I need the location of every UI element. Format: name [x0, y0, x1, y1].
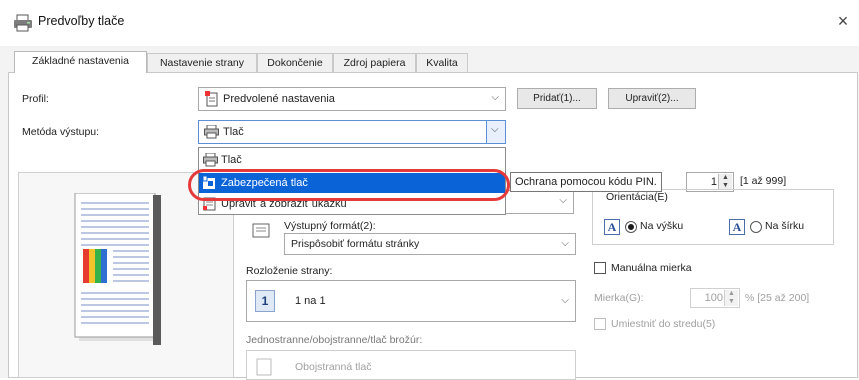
output-format-icon — [252, 222, 272, 240]
tab-page-setup[interactable]: Nastavenie strany — [147, 53, 257, 72]
chevron-down-icon: ⌵ — [491, 92, 499, 103]
binding-edge-indicator — [153, 195, 161, 345]
copies-value: 1 — [710, 176, 717, 188]
center-label: Umiestniť do stredu(5) — [611, 318, 716, 330]
dropdown-item-print[interactable]: Tlač — [199, 150, 505, 170]
output-method-value: Tlač — [223, 126, 244, 138]
duplex-label: Jednostranne/obojstranne/tlač brožúr: — [246, 334, 423, 346]
chevron-down-icon: ⌵ — [561, 238, 569, 249]
profile-value: Predvolené nastavenia — [223, 93, 335, 105]
profile-label: Profil: — [22, 93, 49, 105]
tab-basic-settings[interactable]: Základné nastavenia — [14, 51, 147, 73]
portrait-label: Na výšku — [640, 220, 684, 232]
tab-finishing[interactable]: Dokončenie — [257, 53, 333, 72]
output-format-value: Prispôsobiť formátu stránky — [291, 238, 420, 250]
page-layout-select[interactable]: 1 1 na 1 ⌵ — [246, 280, 576, 322]
orientation-label: Orientácia(E) — [604, 191, 670, 203]
scale-spinner[interactable]: 100 ▲ ▼ — [690, 288, 740, 308]
tooltip: Ochrana pomocou kódu PIN. — [510, 172, 662, 192]
printer-preferences-icon — [12, 14, 34, 32]
duplex-icon — [255, 357, 275, 380]
printer-icon — [204, 124, 219, 142]
landscape-radio[interactable] — [750, 221, 762, 233]
page-layout-value: 1 na 1 — [295, 295, 326, 307]
window-title: Predvoľby tlače — [38, 14, 125, 28]
page-layout-badge: 1 — [255, 290, 275, 312]
spinner-arrows-icon[interactable]: ▲ ▼ — [718, 174, 732, 190]
center-checkbox[interactable] — [594, 318, 606, 330]
portrait-icon: A — [604, 219, 620, 235]
scale-range: % [25 až 200] — [745, 292, 810, 304]
manual-scale-label: Manuálna mierka — [611, 262, 692, 274]
title-bar — [0, 0, 859, 46]
spinner-arrows-icon[interactable]: ▲ ▼ — [724, 290, 738, 306]
page-layout-label: Rozloženie strany: — [246, 265, 333, 277]
chevron-down-icon: ⌵ — [559, 195, 567, 206]
output-method-select[interactable]: Tlač ⌵ — [198, 120, 506, 144]
output-method-label: Metóda výstupu: — [22, 126, 100, 138]
profile-icon — [205, 91, 219, 110]
duplex-value: Obojstranná tlač — [295, 361, 372, 373]
tab-quality[interactable]: Kvalita — [416, 53, 468, 72]
scale-label: Mierka(G): — [594, 292, 644, 304]
copies-range: [1 až 999] — [740, 175, 787, 187]
landscape-label: Na šírku — [765, 220, 805, 232]
chevron-down-icon: ⌵ — [491, 124, 499, 135]
callout-highlight — [188, 169, 510, 201]
manual-scale-checkbox[interactable] — [594, 262, 606, 274]
edit-profile-button[interactable]: Upraviť(2)... — [608, 88, 696, 109]
add-profile-button[interactable]: Pridať(1)... — [517, 88, 597, 109]
dropdown-item-label: Tlač — [221, 154, 242, 166]
scale-value: 100 — [704, 292, 723, 304]
portrait-radio[interactable] — [625, 221, 637, 233]
chevron-down-icon: ⌵ — [561, 295, 569, 306]
duplex-select[interactable]: Obojstranná tlač — [246, 350, 576, 380]
dropdown-button[interactable]: ⌵ — [486, 121, 505, 143]
output-format-select[interactable]: Prispôsobiť formátu stránky ⌵ — [284, 233, 576, 255]
close-icon[interactable]: × — [832, 9, 854, 33]
output-format-label: Výstupný formát(2): — [284, 220, 376, 232]
profile-select[interactable]: Predvolené nastavenia ⌵ — [198, 87, 506, 111]
tab-paper-source[interactable]: Zdroj papiera — [333, 53, 416, 72]
landscape-icon: A — [729, 219, 745, 235]
page-preview-image — [74, 193, 159, 341]
